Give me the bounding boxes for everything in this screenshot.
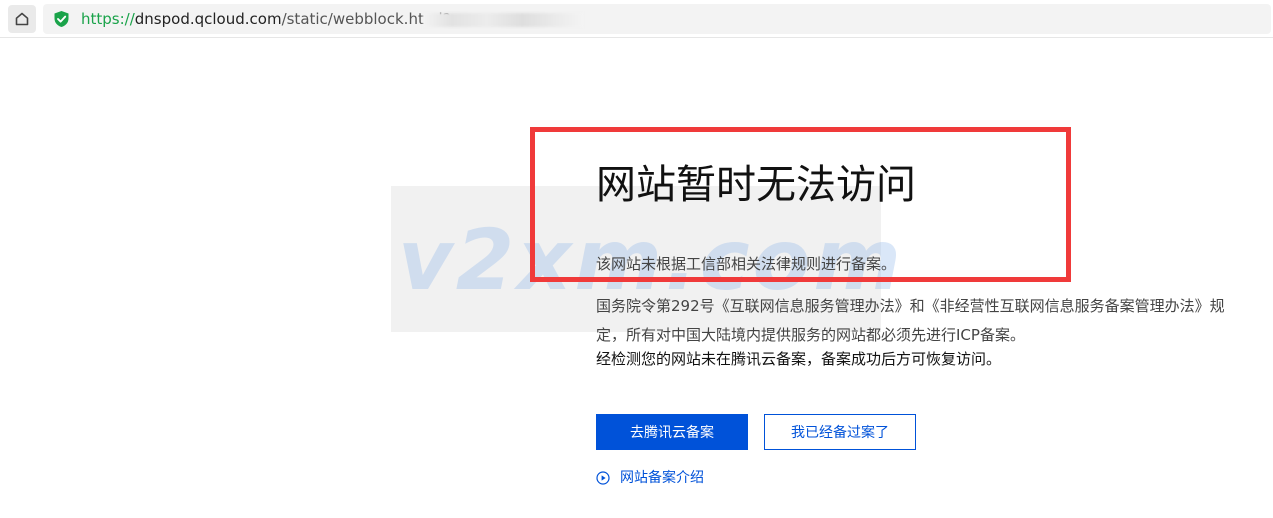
already-filed-button[interactable]: 我已经备过案了 xyxy=(764,414,916,450)
home-icon xyxy=(15,12,29,26)
filing-intro-link[interactable]: 网站备案介绍 xyxy=(596,468,704,488)
page-title: 网站暂时无法访问 xyxy=(596,162,916,208)
notice-line-2: 国务院令第292号《互联网信息服务管理办法》和《非经营性互联网信息服务备案管理办… xyxy=(596,297,1225,344)
play-circle-icon xyxy=(596,471,610,485)
notice-line-3: 经检测您的网站未在腾讯云备案，备案成功后方可恢复访问。 xyxy=(596,350,1002,368)
browser-toolbar: https://dnspod.qcloud.com/static/webbloc… xyxy=(0,0,1273,38)
go-filing-button[interactable]: 去腾讯云备案 xyxy=(596,414,748,450)
filing-intro-label: 网站备案介绍 xyxy=(620,470,704,486)
url-redaction xyxy=(423,13,583,27)
shield-check-icon xyxy=(54,11,69,27)
address-bar[interactable]: https://dnspod.qcloud.com/static/webbloc… xyxy=(43,4,1271,34)
notice-line-1: 该网站未根据工信部相关法律规则进行备案。 xyxy=(596,255,897,273)
url-scheme: https:// xyxy=(81,10,135,28)
home-button[interactable] xyxy=(8,5,36,33)
url-text[interactable]: https://dnspod.qcloud.com/static/webbloc… xyxy=(81,9,459,29)
url-host: dnspod.qcloud.com xyxy=(134,10,282,28)
